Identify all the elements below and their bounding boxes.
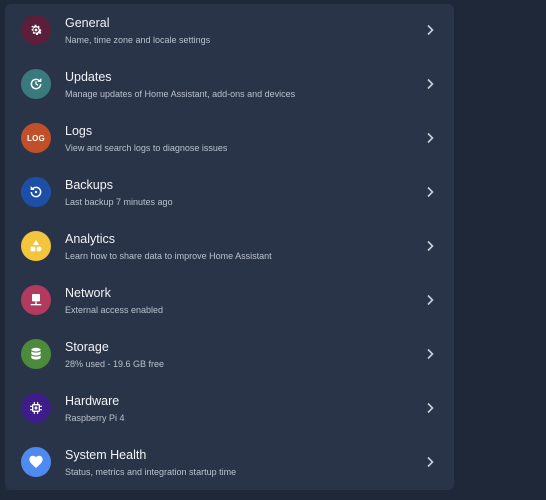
settings-item-title: System Health (65, 448, 147, 462)
settings-card: General Name, time zone and locale setti… (5, 4, 454, 490)
settings-item-subtitle: 28% used - 19.6 GB free (65, 359, 165, 369)
settings-item-subtitle: Status, metrics and integration startup … (65, 467, 237, 477)
settings-item-title: Logs (65, 124, 93, 138)
gear-icon (21, 15, 51, 45)
chevron-right-icon (427, 402, 434, 414)
chevron-right-icon (427, 348, 434, 360)
chevron-right-icon (427, 294, 434, 306)
settings-item-title: General (65, 16, 110, 30)
settings-item-storage[interactable]: Storage 28% used - 19.6 GB free (5, 328, 454, 382)
settings-item-subtitle: Manage updates of Home Assistant, add-on… (65, 89, 296, 99)
chevron-right-icon (427, 132, 434, 144)
settings-item-title: Updates (65, 70, 112, 84)
settings-item-subtitle: Name, time zone and locale settings (65, 35, 211, 45)
settings-item-analytics[interactable]: Analytics Learn how to share data to imp… (5, 220, 454, 274)
settings-item-subtitle: Raspberry Pi 4 (65, 413, 125, 423)
log-icon-text: LOG (27, 133, 45, 143)
settings-item-system-health[interactable]: System Health Status, metrics and integr… (5, 436, 454, 490)
update-icon (21, 69, 51, 99)
backup-icon (21, 177, 51, 207)
settings-item-title: Hardware (65, 394, 120, 408)
settings-item-general[interactable]: General Name, time zone and locale setti… (5, 4, 454, 58)
settings-item-subtitle: View and search logs to diagnose issues (65, 143, 228, 153)
settings-item-subtitle: External access enabled (65, 305, 164, 315)
chevron-right-icon (427, 78, 434, 90)
settings-item-subtitle: Learn how to share data to improve Home … (65, 251, 272, 261)
chevron-right-icon (427, 24, 434, 36)
network-icon (21, 285, 51, 315)
settings-item-network[interactable]: Network External access enabled (5, 274, 454, 328)
settings-item-title: Storage (65, 340, 109, 354)
chevron-right-icon (427, 240, 434, 252)
settings-item-logs[interactable]: LOG Logs View and search logs to diagnos… (5, 112, 454, 166)
log-icon: LOG (21, 123, 51, 153)
chip-icon (21, 393, 51, 423)
settings-item-title: Network (65, 286, 111, 300)
settings-item-updates[interactable]: Updates Manage updates of Home Assistant… (5, 58, 454, 112)
chevron-right-icon (427, 186, 434, 198)
chevron-right-icon (427, 456, 434, 468)
settings-item-hardware[interactable]: Hardware Raspberry Pi 4 (5, 382, 454, 436)
shapes-icon (21, 231, 51, 261)
settings-item-subtitle: Last backup 7 minutes ago (65, 197, 173, 207)
settings-item-title: Analytics (65, 232, 116, 246)
database-icon (21, 339, 51, 369)
heart-icon (21, 447, 51, 477)
settings-item-backups[interactable]: Backups Last backup 7 minutes ago (5, 166, 454, 220)
settings-item-title: Backups (65, 178, 113, 192)
